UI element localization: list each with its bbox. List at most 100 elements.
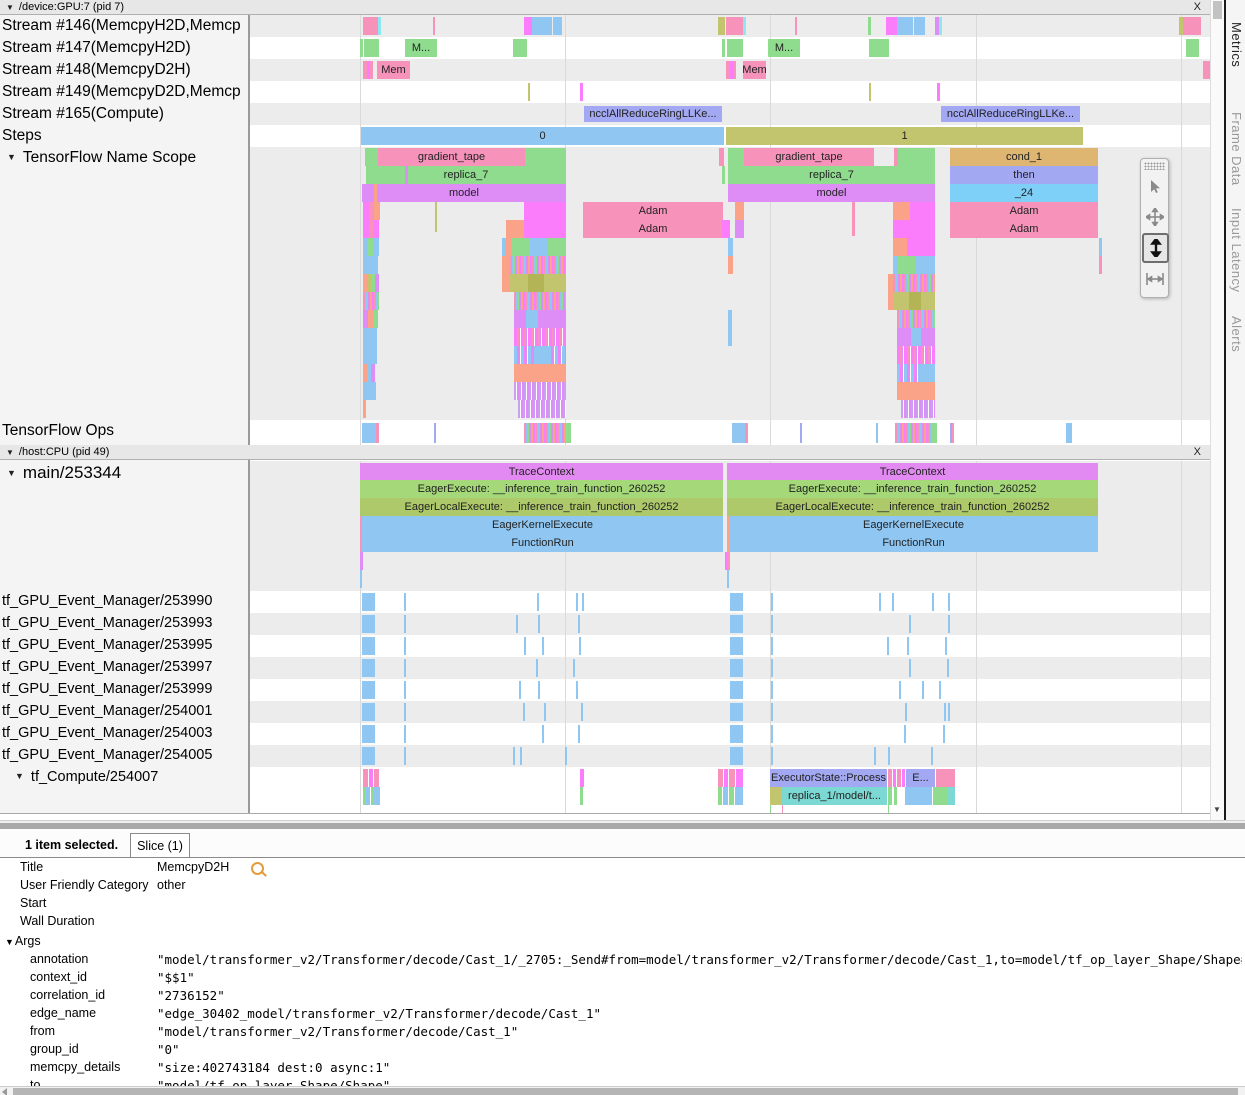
trace-event-segment[interactable] (897, 769, 901, 787)
trace-event-segment[interactable] (722, 39, 725, 57)
trace-event-segment[interactable] (1099, 238, 1102, 256)
palette-drag-handle[interactable] (1144, 162, 1165, 170)
trace-event-segment[interactable] (404, 703, 406, 721)
trace-event-segment[interactable] (513, 39, 527, 57)
cpu-panel-header[interactable]: ▼ /host:CPU (pid 49) X (0, 445, 1210, 460)
trace-event-segment[interactable] (910, 202, 935, 220)
trace-event-segment[interactable] (376, 423, 379, 443)
trace-event-segment[interactable] (729, 769, 735, 787)
trace-event-segment[interactable] (580, 83, 583, 101)
trace-event-segment[interactable] (362, 659, 375, 677)
trace-event-segment[interactable] (921, 364, 935, 382)
trace-event-segment[interactable] (524, 220, 566, 238)
trace-event-segment[interactable] (433, 17, 435, 35)
trace-event-segment[interactable] (734, 61, 736, 79)
gpu-panel-header[interactable]: ▼ /device:GPU:7 (pid 7) X (0, 0, 1210, 15)
scroll-left-arrow-icon[interactable] (2, 1088, 7, 1095)
trace-event-segment[interactable] (514, 292, 566, 310)
trace-event-bar[interactable]: TraceContext (727, 463, 1098, 480)
trace-event-segment[interactable] (524, 202, 566, 220)
trace-event-segment[interactable] (730, 659, 743, 677)
trace-event-segment[interactable] (722, 166, 725, 184)
trace-event-segment[interactable] (899, 681, 901, 699)
trace-event-segment[interactable] (892, 593, 894, 611)
trace-event-segment[interactable] (1066, 423, 1072, 443)
trace-event-segment[interactable] (582, 593, 584, 611)
vertical-scrollbar[interactable]: ▼ (1210, 0, 1224, 820)
trace-event-segment[interactable] (907, 637, 909, 655)
trace-event-segment[interactable] (1186, 39, 1199, 57)
trace-event-segment[interactable] (544, 274, 566, 292)
trace-event-segment[interactable] (525, 148, 566, 166)
trace-event-bar[interactable]: E... (906, 769, 935, 787)
tab-frame-data[interactable]: Frame Data (1229, 112, 1244, 186)
trace-event-segment[interactable] (374, 238, 379, 256)
trace-event-bar[interactable]: replica_7 (366, 166, 566, 184)
trace-event-segment[interactable] (943, 725, 945, 743)
trace-event-segment[interactable] (542, 637, 544, 655)
trace-event-segment[interactable] (548, 346, 566, 364)
trace-event-segment[interactable] (511, 238, 530, 256)
trace-event-segment[interactable] (771, 681, 773, 699)
trace-event-segment[interactable] (579, 637, 581, 655)
trace-event-segment[interactable] (743, 17, 746, 35)
scroll-down-arrow-icon[interactable]: ▼ (1213, 805, 1221, 814)
trace-event-segment[interactable] (576, 681, 578, 699)
trace-event-segment[interactable] (868, 17, 871, 35)
trace-event-segment[interactable] (728, 238, 733, 256)
trace-event-segment[interactable] (538, 615, 540, 633)
trace-event-bar[interactable]: ncclAllReduceRingLLKe... (941, 106, 1080, 122)
trace-event-segment[interactable] (771, 637, 773, 655)
trace-event-segment[interactable] (374, 220, 379, 238)
trace-event-bar[interactable]: replica_1/model/t... (782, 787, 887, 805)
trace-event-bar[interactable]: Adam (950, 220, 1098, 238)
trace-event-segment[interactable] (888, 787, 892, 805)
trace-event-bar[interactable]: cond_1 (950, 148, 1098, 166)
trace-event-segment[interactable] (565, 747, 567, 765)
trace-event-segment[interactable] (404, 681, 406, 699)
trace-event-bar[interactable]: ExecutorState::Process (770, 769, 887, 787)
trace-event-segment[interactable] (897, 382, 935, 400)
trace-event-segment[interactable] (727, 570, 729, 588)
trace-event-bar[interactable]: EagerExecute: __inference_train_function… (727, 480, 1098, 498)
trace-event-segment[interactable] (573, 659, 575, 677)
trace-event-bar[interactable]: ncclAllReduceRingLLKe... (584, 106, 722, 122)
trace-event-bar[interactable]: Mem (377, 61, 410, 79)
trace-event-segment[interactable] (898, 256, 916, 274)
trace-event-segment[interactable] (897, 328, 911, 346)
tab-input-latency[interactable]: Input Latency (1229, 208, 1244, 293)
trace-event-segment[interactable] (727, 39, 743, 57)
trace-event-segment[interactable] (728, 148, 744, 166)
trace-event-segment[interactable] (363, 256, 378, 274)
close-icon[interactable]: X (1191, 0, 1204, 14)
trace-event-segment[interactable] (901, 400, 935, 418)
trace-event-segment[interactable] (735, 220, 744, 238)
trace-event-segment[interactable] (580, 769, 584, 787)
trace-event-segment[interactable] (365, 148, 378, 166)
trace-event-segment[interactable] (518, 400, 566, 418)
trace-event-segment[interactable] (363, 400, 366, 418)
trace-event-segment[interactable] (369, 769, 373, 787)
trace-event-bar[interactable]: then (950, 166, 1098, 184)
trace-event-segment[interactable] (374, 202, 380, 220)
trace-event-segment[interactable] (528, 274, 544, 292)
trace-event-bar[interactable]: Adam (583, 202, 723, 220)
trace-event-segment[interactable] (526, 310, 538, 328)
trace-event-segment[interactable] (952, 423, 954, 443)
trace-event-segment[interactable] (724, 769, 728, 787)
trace-event-segment[interactable] (914, 17, 925, 35)
trace-event-segment[interactable] (936, 769, 955, 787)
trace-event-bar[interactable]: TraceContext (360, 463, 723, 480)
trace-event-segment[interactable] (771, 615, 773, 633)
trace-event-segment[interactable] (405, 166, 408, 184)
trace-event-segment[interactable] (514, 364, 566, 382)
trace-event-segment[interactable] (362, 423, 376, 443)
trace-event-segment[interactable] (728, 310, 732, 328)
trace-event-bar[interactable]: EagerLocalExecute: __inference_train_fun… (360, 498, 723, 516)
trace-event-segment[interactable] (948, 593, 950, 611)
trace-event-segment[interactable] (888, 769, 892, 787)
trace-event-segment[interactable] (852, 202, 855, 236)
trace-event-segment[interactable] (578, 725, 580, 743)
trace-event-segment[interactable] (542, 725, 544, 743)
trace-event-segment[interactable] (538, 681, 540, 699)
